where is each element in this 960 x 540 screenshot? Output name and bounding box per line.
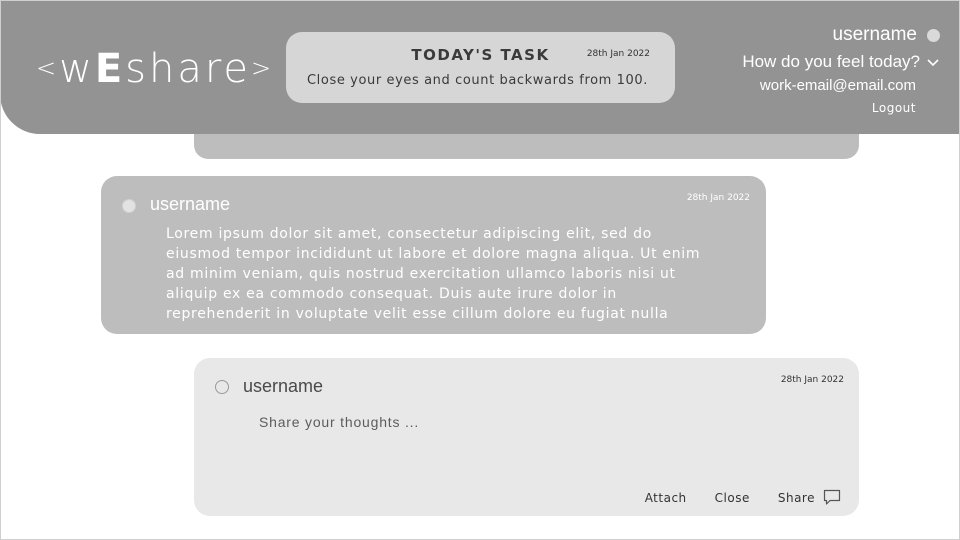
- compose-select-radio[interactable]: [215, 380, 229, 394]
- logo-text-big: E: [94, 46, 126, 92]
- post-select-radio[interactable]: [122, 199, 136, 213]
- feed-post: username 28th Jan 2022 Lorem ipsum dolor…: [101, 176, 766, 334]
- task-text: Close your eyes and count backwards from…: [307, 73, 648, 88]
- task-date: 28th Jan 2022: [586, 49, 650, 59]
- compose-actions: Attach Close Share: [645, 489, 841, 506]
- post-body: Lorem ipsum dolor sit amet, consectetur …: [166, 226, 701, 322]
- logo-text-pre: w: [59, 46, 95, 92]
- share-thoughts-input[interactable]: [259, 414, 819, 430]
- app-logo[interactable]: <wEshare>: [36, 44, 274, 99]
- attach-button[interactable]: Attach: [645, 491, 687, 505]
- mood-dropdown[interactable]: How do you feel today?: [742, 52, 940, 72]
- user-email: work-email@email.com: [759, 77, 916, 94]
- app-header: <wEshare> TODAY'S TASK 28th Jan 2022 Clo…: [0, 0, 960, 134]
- post-date: 28th Jan 2022: [686, 193, 750, 203]
- chat-bubble-icon[interactable]: [823, 489, 841, 506]
- compose-username: username: [243, 376, 324, 396]
- share-button[interactable]: Share: [778, 491, 815, 505]
- compose-date: 28th Jan 2022: [780, 375, 844, 385]
- logo-close-bracket: >: [251, 54, 275, 82]
- logo-open-bracket: <: [36, 54, 60, 82]
- logout-link[interactable]: Logout: [872, 101, 916, 115]
- post-username: username: [150, 194, 231, 214]
- compose-card: username 28th Jan 2022 Attach Close Shar…: [194, 358, 859, 516]
- header-username: username: [832, 24, 918, 45]
- user-name-row[interactable]: username: [832, 24, 940, 46]
- chevron-down-icon: [927, 59, 939, 67]
- avatar-dot-icon: [927, 28, 940, 42]
- todays-task-card: TODAY'S TASK 28th Jan 2022 Close your ey…: [286, 32, 675, 103]
- close-button[interactable]: Close: [715, 491, 750, 505]
- mood-prompt: How do you feel today?: [742, 52, 920, 71]
- logo-text-post: share: [125, 46, 252, 92]
